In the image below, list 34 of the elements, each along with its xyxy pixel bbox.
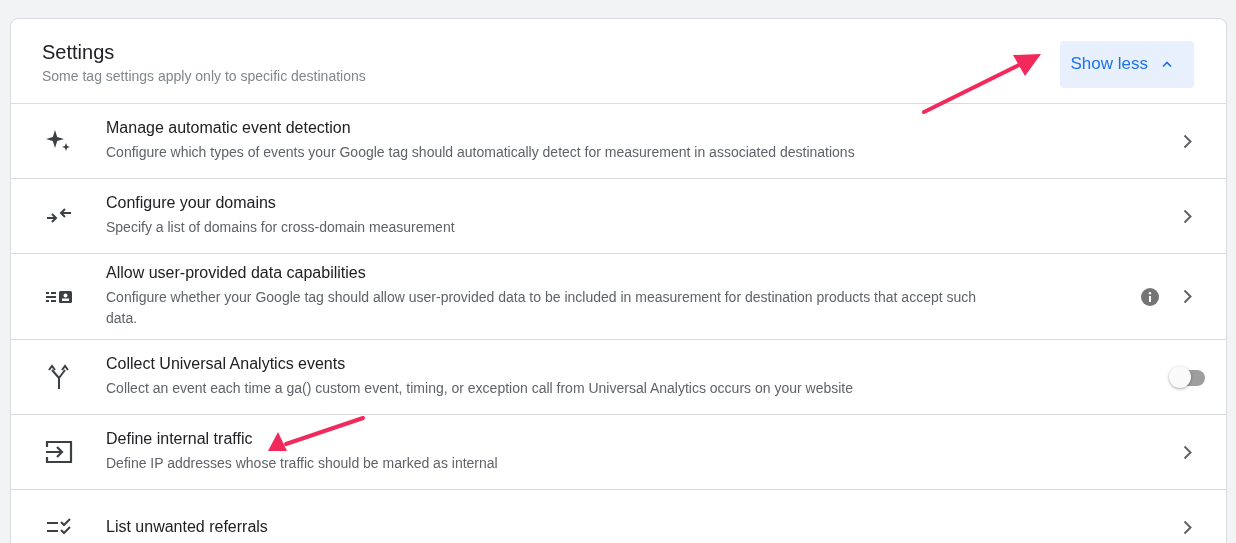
settings-row[interactable]: Configure your domains Specify a list of domains for cross-domain measurement [11, 179, 1226, 254]
info-icon[interactable] [1141, 287, 1159, 306]
settings-row[interactable]: Define internal traffic Define IP addresses whose traffic should be marked as internal [11, 415, 1226, 490]
fork-icon [47, 364, 70, 390]
enter-icon [44, 440, 73, 464]
setting-description: Collect an event each time a ga() custom event, timing, or exception call from Universal Analytics occurs on your website [106, 379, 854, 398]
sparkle-icon [45, 129, 72, 153]
setting-title: Collect Universal Analytics events [106, 355, 347, 373]
chevron-right-icon [1183, 289, 1192, 304]
settings-row[interactable]: Manage automatic event detection Configure which types of events your Google tag should automatically detect for measurement in associated destinations [11, 104, 1226, 179]
settings-row[interactable]: Allow user-provided data capabilities Configure whether your Google tag should allow user-provided data to be included in measurement for destination products that accept such data. [11, 254, 1226, 340]
caret-icon [1162, 61, 1172, 67]
show-less-button[interactable]: Show less [1059, 40, 1194, 88]
chevron-right-icon [1183, 444, 1192, 460]
setting-description: Configure whether your Google tag should allow user-provided data to be included in measurement for destination products that accept such data. [106, 288, 978, 328]
card-title: Settings [42, 40, 116, 64]
setting-title: Allow user-provided data capabilities [106, 264, 367, 282]
setting-title: Configure your domains [106, 194, 277, 212]
toggle-switch[interactable] [1169, 366, 1205, 388]
settings-row[interactable]: List unwanted referrals [11, 490, 1226, 543]
id-card-icon [44, 289, 73, 304]
setting-title: List unwanted referrals [106, 518, 269, 536]
setting-title: Manage automatic event detection [106, 119, 352, 137]
checklist-icon [45, 517, 72, 537]
setting-description: Define IP addresses whose traffic should be marked as internal [106, 454, 499, 473]
card-subtitle: Some tag settings apply only to specific destinations [42, 67, 366, 84]
chevron-right-icon [1183, 519, 1192, 535]
setting-description: Configure which types of events your Google tag should automatically detect for measurement in associated destinations [106, 143, 856, 162]
setting-description: Specify a list of domains for cross-domain measurement [106, 218, 456, 237]
settings-row[interactable]: Collect Universal Analytics events Collect an event each time a ga() custom event, timing, or exception call from Universal Analytics occurs on your website [11, 340, 1226, 415]
setting-title: Define internal traffic [106, 430, 254, 448]
arrows-icon [45, 208, 72, 224]
chevron-right-icon [1183, 133, 1192, 149]
chevron-right-icon [1183, 208, 1192, 224]
